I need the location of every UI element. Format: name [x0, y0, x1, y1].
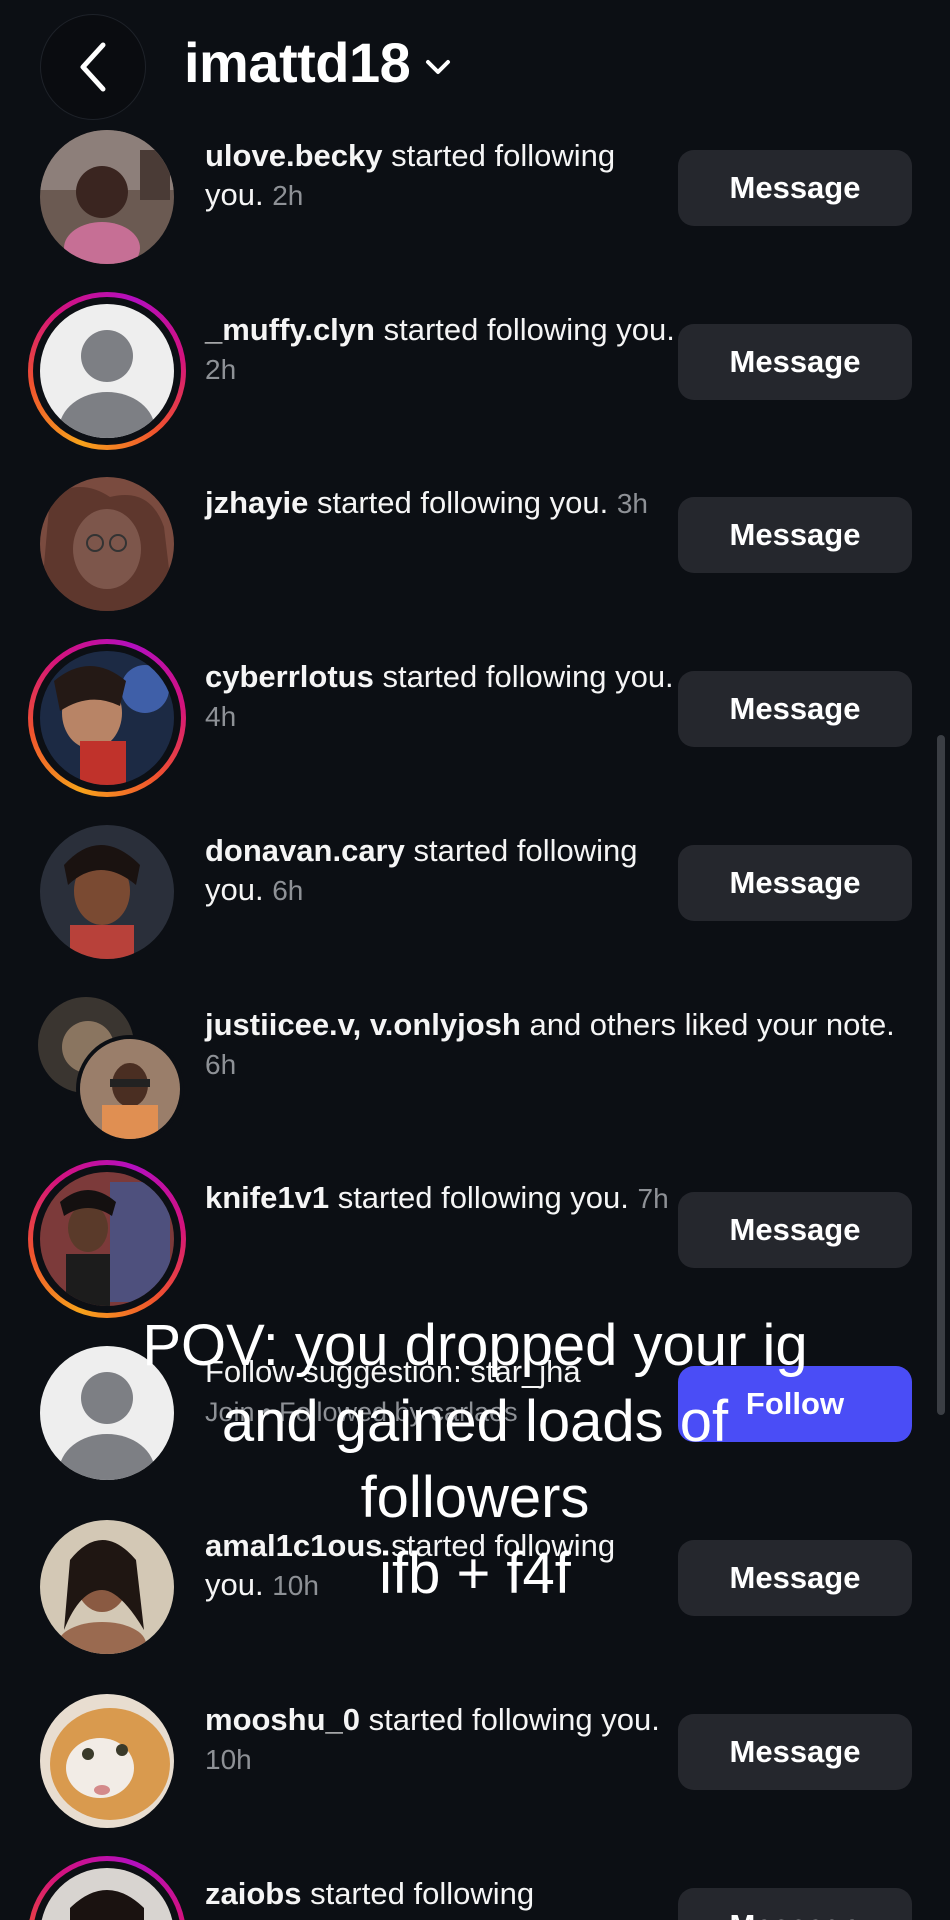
notification-row[interactable]: ulove.becky started following you. 2h Me…: [0, 108, 950, 282]
notification-text: ulove.becky started following you. 2h: [205, 138, 616, 212]
suggestion-text: Follow suggestion: star_jha: [205, 1354, 581, 1389]
page-title: imattd18: [184, 31, 411, 94]
notification-row[interactable]: donavan.cary started following you. 6h M…: [0, 803, 950, 977]
notification-text: knife1v1 started following you. 7h: [205, 1180, 669, 1215]
timestamp: 6h: [272, 875, 304, 906]
avatar[interactable]: [28, 465, 186, 623]
notification-text: donavan.cary started following you. 6h: [205, 833, 638, 907]
timestamp: 4h: [205, 701, 237, 732]
notification-text: Follow suggestion: star_jha Join • Follo…: [205, 1352, 675, 1432]
timestamp: 3h: [616, 488, 648, 519]
message-button[interactable]: Message: [678, 150, 912, 226]
timestamp: 7h: [637, 1183, 669, 1214]
avatar[interactable]: [28, 118, 186, 276]
notification-text: amal1c1ous started following you. 10h: [205, 1528, 616, 1602]
avatar[interactable]: [28, 1334, 186, 1492]
notification-row[interactable]: jzhayie started following you. 3h Messag…: [0, 455, 950, 629]
timestamp: 2h: [272, 180, 304, 211]
notification-row[interactable]: knife1v1 started following you. 7h Messa…: [0, 1150, 950, 1324]
username[interactable]: ulove.becky: [205, 138, 382, 173]
avatar[interactable]: [28, 1508, 186, 1666]
account-switcher[interactable]: imattd18: [184, 30, 452, 95]
notification-text: jzhayie started following you. 3h: [205, 485, 648, 520]
scrollbar[interactable]: [937, 735, 945, 1415]
notification-text: _muffy.clyn started following you. 2h: [205, 312, 675, 385]
notification-row[interactable]: _muffy.clyn started following you. 2h Me…: [0, 282, 950, 456]
avatar[interactable]: [28, 1160, 186, 1318]
username[interactable]: jzhayie: [205, 485, 308, 520]
message-button[interactable]: Message: [678, 1540, 912, 1616]
avatar[interactable]: [28, 639, 186, 797]
avatar: [76, 1035, 184, 1143]
back-button[interactable]: [40, 14, 146, 120]
message-button[interactable]: Message: [678, 1714, 912, 1790]
notification-text: mooshu_0 started following you. 10h: [205, 1702, 660, 1775]
username[interactable]: cyberrlotus: [205, 659, 374, 694]
username[interactable]: mooshu_0: [205, 1702, 360, 1737]
message-button[interactable]: Message: [678, 671, 912, 747]
notification-row[interactable]: mooshu_0 started following you. 10h Mess…: [0, 1672, 950, 1846]
message-button[interactable]: Message: [678, 1192, 912, 1268]
username[interactable]: zaiobs: [205, 1876, 301, 1911]
chevron-left-icon: [80, 42, 106, 92]
suggestion-subtext: Join • Followed by carlaes: [205, 1397, 518, 1427]
stacked-avatars[interactable]: [28, 987, 186, 1145]
message-button[interactable]: Message: [678, 845, 912, 921]
notification-text: zaiobs started following: [205, 1876, 535, 1911]
notification-row[interactable]: zaiobs started following Message: [0, 1846, 950, 1920]
message-button[interactable]: Message: [678, 1888, 912, 1920]
notification-row[interactable]: amal1c1ous started following you. 10h Me…: [0, 1498, 950, 1672]
notification-row[interactable]: justiicee.v, v.onlyjosh and others liked…: [0, 977, 950, 1151]
avatar[interactable]: [28, 292, 186, 450]
username[interactable]: donavan.cary: [205, 833, 405, 868]
avatar[interactable]: [28, 1682, 186, 1840]
username[interactable]: _muffy.clyn: [205, 312, 375, 347]
timestamp: 10h: [205, 1744, 252, 1775]
timestamp: 6h: [205, 1049, 237, 1080]
notification-text: justiicee.v, v.onlyjosh and others liked…: [205, 1007, 895, 1080]
notification-text: cyberrlotus started following you. 4h: [205, 659, 674, 732]
notification-row[interactable]: Follow suggestion: star_jha Join • Follo…: [0, 1324, 950, 1498]
message-button[interactable]: Message: [678, 497, 912, 573]
notification-row[interactable]: cyberrlotus started following you. 4h Me…: [0, 629, 950, 803]
username[interactable]: justiicee.v, v.onlyjosh: [205, 1007, 521, 1042]
avatar[interactable]: [28, 1856, 186, 1920]
username[interactable]: amal1c1ous: [205, 1528, 383, 1563]
chevron-down-icon: [426, 59, 451, 74]
timestamp: 2h: [205, 354, 237, 385]
avatar[interactable]: [28, 813, 186, 971]
message-button[interactable]: Message: [678, 324, 912, 400]
timestamp: 10h: [272, 1570, 319, 1601]
username[interactable]: knife1v1: [205, 1180, 329, 1215]
follow-button[interactable]: Follow: [678, 1366, 912, 1442]
